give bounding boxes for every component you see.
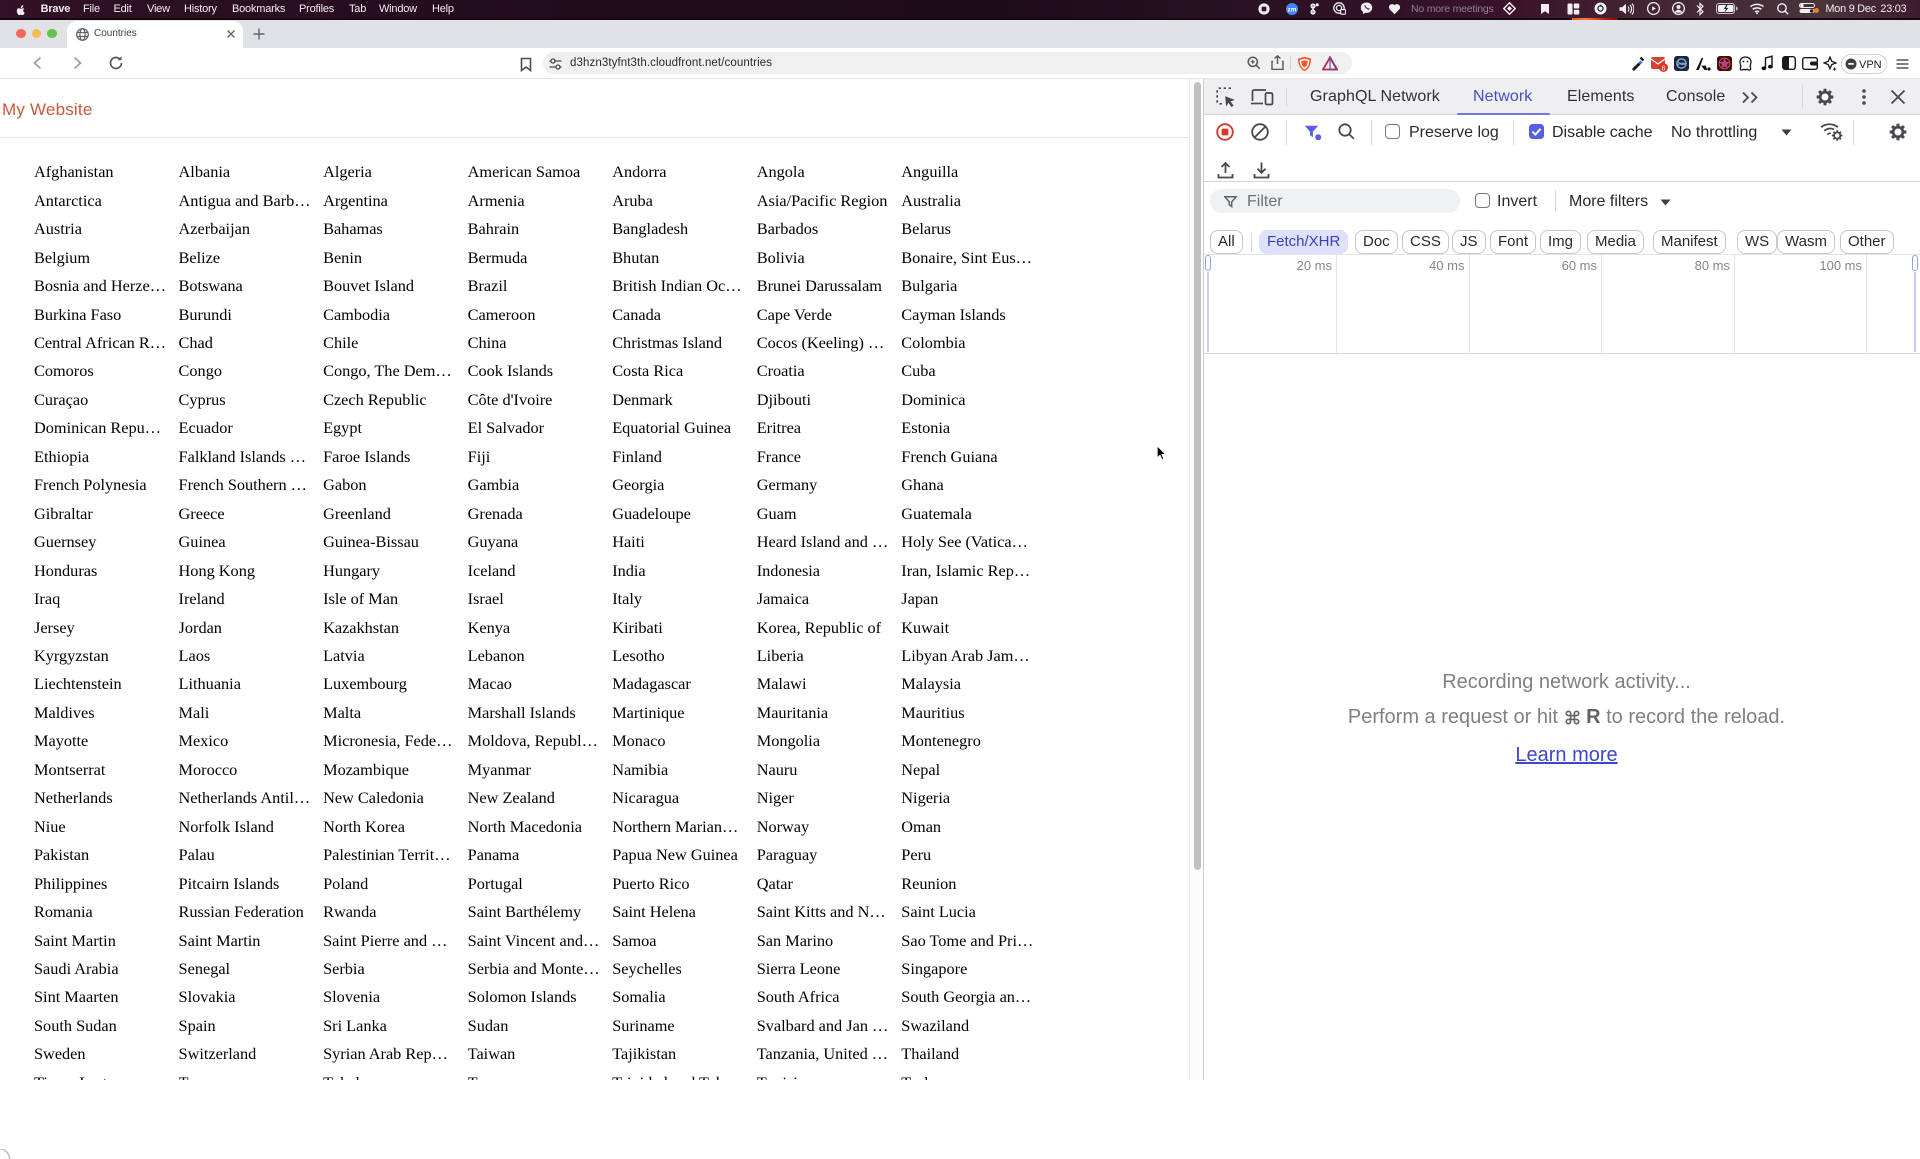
svg-text:6: 6 bbox=[1662, 65, 1666, 72]
svg-text:zm: zm bbox=[1287, 6, 1296, 13]
svg-text:VPN: VPN bbox=[1859, 59, 1882, 71]
